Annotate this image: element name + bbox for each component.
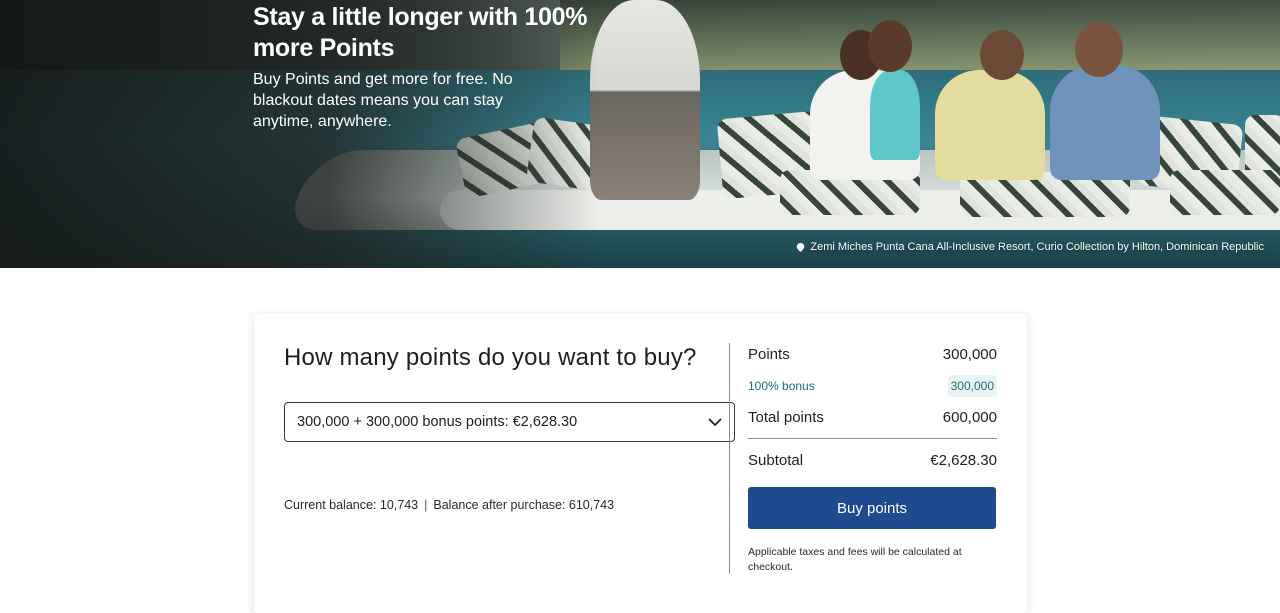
bonus-value-badge: 300,000: [947, 375, 997, 397]
chevron-down-icon: [708, 417, 722, 426]
order-summary: Points 300,000 100% bonus 300,000 Total …: [748, 343, 997, 575]
total-points-value: 600,000: [942, 408, 997, 426]
summary-row-bonus: 100% bonus 300,000: [748, 374, 997, 398]
hero-person-boy: [935, 70, 1045, 180]
map-pin-icon: [797, 242, 805, 252]
current-balance: Current balance: 10,743: [284, 498, 419, 512]
points-package-dropdown[interactable]: 300,000 + 300,000 bonus points: €2,628.3…: [284, 402, 735, 442]
points-package-selected: 300,000 + 300,000 bonus points: €2,628.3…: [297, 414, 578, 430]
points-selector-section: How many points do you want to buy? 300,…: [284, 343, 735, 512]
balance-separator: |: [424, 498, 428, 512]
summary-divider: [748, 438, 997, 439]
summary-row-points: Points 300,000: [748, 343, 997, 365]
balance-after-purchase: Balance after purchase: 610,743: [433, 498, 615, 512]
points-value: 300,000: [942, 345, 997, 363]
hero-banner: Stay a little longer with 100% more Poin…: [0, 0, 1280, 268]
hero-person-head: [1075, 22, 1123, 77]
balance-info: Current balance: 10,743 | Balance after pu…: [284, 498, 614, 512]
hero-cushion: [1170, 170, 1280, 215]
hero-person-head: [868, 20, 912, 72]
subtotal-value: €2,628.30: [930, 451, 997, 469]
purchase-heading: How many points do you want to buy?: [284, 344, 697, 371]
hero-title: Stay a little longer with 100% more Poin…: [253, 3, 588, 62]
total-points-label: Total points: [748, 408, 824, 426]
purchase-card: How many points do you want to buy? 300,…: [254, 313, 1027, 613]
subtotal-label: Subtotal: [748, 451, 804, 469]
buy-points-button[interactable]: Buy points: [748, 487, 996, 529]
hero-subtitle: Buy Points and get more for free. No bla…: [253, 71, 513, 130]
bonus-label: 100% bonus: [748, 379, 815, 393]
hero-person-woman: [870, 70, 920, 160]
taxes-note: Applicable taxes and fees will be calcul…: [748, 546, 962, 573]
hero-caption-text: Zemi Miches Punta Cana All-Inclusive Res…: [810, 241, 1264, 253]
points-label: Points: [748, 345, 790, 363]
card-divider: [729, 343, 730, 574]
summary-row-total: Total points 600,000: [748, 405, 997, 429]
summary-row-subtotal: Subtotal €2,628.30: [748, 449, 997, 471]
hero-person-head: [980, 30, 1024, 80]
hero-caption: Zemi Miches Punta Cana All-Inclusive Res…: [796, 241, 1264, 253]
hero-person-man: [1050, 65, 1160, 180]
